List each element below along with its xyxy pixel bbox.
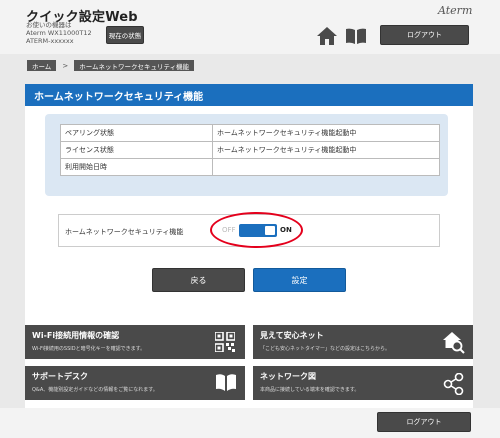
highlight-annotation-circle — [210, 212, 303, 248]
table-row: ライセンス状態 ホームネットワークセキュリティ機能起動中 — [60, 141, 440, 159]
security-setting-label: ホームネットワークセキュリティ機能 — [65, 228, 184, 236]
logout-button-bottom[interactable]: ログアウト — [377, 412, 471, 432]
device-id: ATERM-xxxxxx — [26, 37, 74, 45]
tile-mieru-anshin-net[interactable]: 見えて安心ネット 「こども安心ネットタイマー」などの設定はこちらから。 — [253, 325, 473, 359]
back-button[interactable]: 戻る — [152, 268, 245, 292]
submit-settings-button[interactable]: 設定 — [253, 268, 346, 292]
tile-title: ネットワーク図 — [260, 372, 316, 381]
license-status-value: ホームネットワークセキュリティ機能起動中 — [212, 141, 440, 159]
device-label: お使いの機器は — [26, 21, 72, 29]
home-search-icon — [443, 332, 465, 354]
page-title: ホームネットワークセキュリティ機能 — [25, 84, 473, 106]
breadcrumb-home[interactable]: ホーム — [27, 60, 57, 71]
tile-title: 見えて安心ネット — [260, 331, 324, 340]
license-status-label: ライセンス状態 — [60, 141, 213, 159]
book-icon — [215, 373, 236, 393]
tile-wifi-info[interactable]: Wi-Fi接続用情報の確認 Wi-Fi接続用のSSIDと暗号化キーを確認できます… — [25, 325, 245, 359]
tile-title: Wi-Fi接続用情報の確認 — [32, 331, 120, 340]
brand-logo: Aterm — [438, 4, 473, 17]
qr-code-icon — [214, 331, 236, 353]
tile-description: Q&A、機能別設定ガイドなどの情報をご覧になれます。 — [32, 387, 158, 393]
home-icon[interactable] — [317, 27, 337, 45]
pairing-status-value: ホームネットワークセキュリティ機能起動中 — [212, 124, 440, 142]
network-icon — [443, 372, 464, 396]
tile-description: 本商品に接続している端末を確認できます。 — [260, 387, 360, 393]
start-date-label: 利用開始日時 — [60, 158, 213, 176]
status-table: ペアリング状態 ホームネットワークセキュリティ機能起動中 ライセンス状態 ホーム… — [60, 124, 440, 176]
tile-support-desk[interactable]: サポートデスク Q&A、機能別設定ガイドなどの情報をご覧になれます。 — [25, 366, 245, 400]
current-status-button[interactable]: 現在の状態 — [106, 26, 144, 44]
logout-button-top[interactable]: ログアウト — [380, 25, 469, 45]
table-row: ペアリング状態 ホームネットワークセキュリティ機能起動中 — [60, 124, 440, 142]
tile-title: サポートデスク — [32, 372, 88, 381]
table-row: 利用開始日時 — [60, 158, 440, 176]
pairing-status-label: ペアリング状態 — [60, 124, 213, 142]
start-date-value — [212, 158, 440, 176]
breadcrumb: ホーム > ホームネットワークセキュリティ機能 — [27, 60, 195, 71]
breadcrumb-separator: > — [62, 61, 69, 70]
tile-network-map[interactable]: ネットワーク図 本商品に接続している端末を確認できます。 — [253, 366, 473, 400]
tile-description: 「こども安心ネットタイマー」などの設定はこちらから。 — [260, 346, 391, 352]
breadcrumb-current: ホームネットワークセキュリティ機能 — [74, 60, 195, 71]
manual-book-icon[interactable] — [345, 28, 367, 44]
tile-description: Wi-Fi接続用のSSIDと暗号化キーを確認できます。 — [32, 346, 146, 352]
device-model: Aterm WX11000T12 — [26, 29, 92, 37]
